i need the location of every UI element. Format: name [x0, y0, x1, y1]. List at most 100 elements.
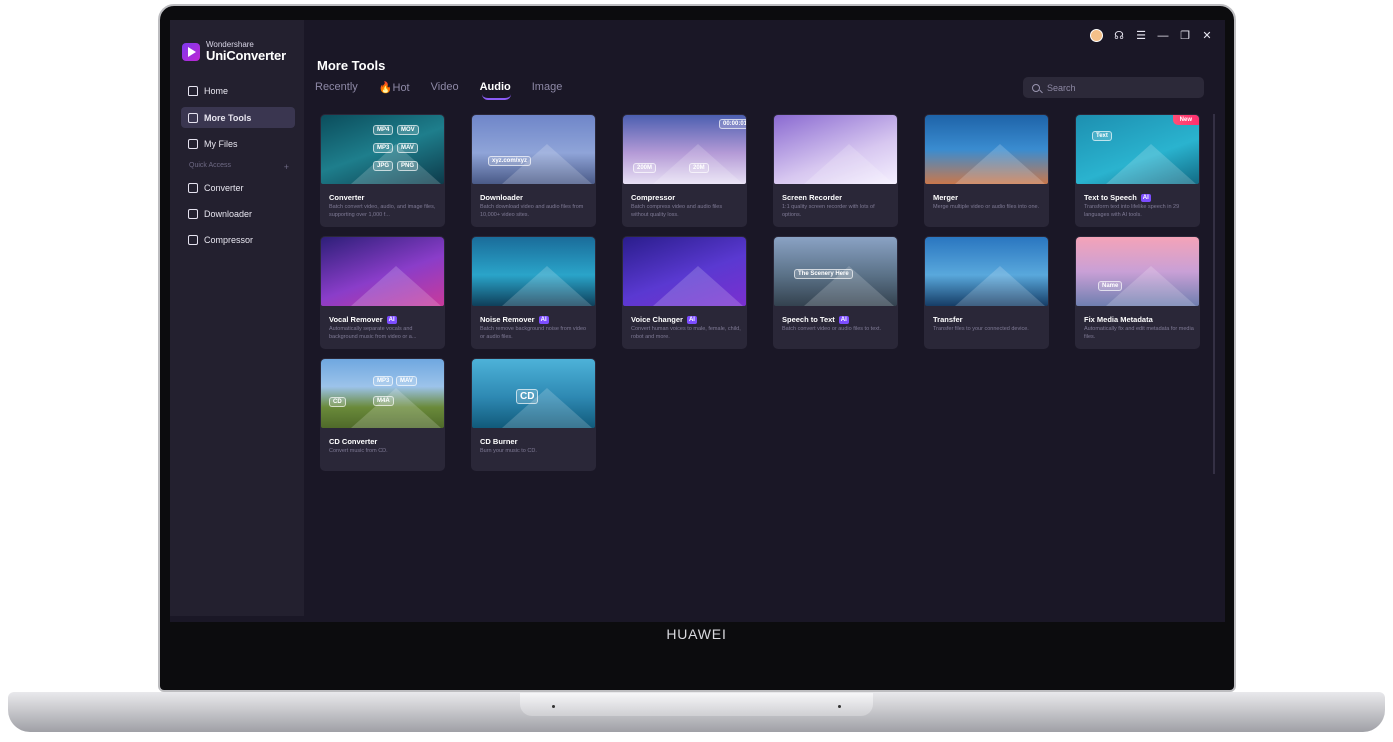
thumbnail-chip: MP3: [373, 143, 394, 153]
uniconverter-logo-icon: [182, 42, 200, 61]
ai-badge: AI: [686, 315, 697, 324]
tool-thumbnail: Text New: [1076, 115, 1199, 184]
tool-card-fix-media-metadata[interactable]: Name Fix Media Metadata Automatically fix …: [1075, 236, 1200, 349]
tool-description: Batch convert video, audio, and image fi…: [329, 204, 436, 218]
tool-card-cd-converter[interactable]: MP3 MAV M4A CD CD Converter Convert music fro…: [320, 358, 445, 471]
thumbnail-chip: 20M: [689, 163, 709, 173]
thumbnail-art: [1106, 144, 1196, 184]
thumbnail-art: [351, 388, 441, 428]
sidebar-item-home[interactable]: Home: [181, 80, 295, 101]
restore-icon[interactable]: ❐: [1179, 30, 1191, 42]
tool-title: Screen Recorder: [782, 193, 843, 202]
sidebar-item-converter[interactable]: Converter: [181, 177, 295, 198]
thumbnail-chip: CD: [516, 389, 539, 404]
tool-title: CD Converter: [329, 437, 378, 446]
tool-description: Convert human voices to male, female, ch…: [631, 326, 741, 340]
tool-card-converter[interactable]: MP4 MOV MP3 MAV JPG PNG Converter Batch convert…: [320, 114, 445, 227]
ai-badge: AI: [838, 315, 849, 324]
tool-card-text-to-speech[interactable]: Text New Text to Speech AI Transform text in…: [1075, 114, 1200, 227]
tool-card-transfer[interactable]: Transfer Transfer files to your connected…: [924, 236, 1049, 349]
thumbnail-chip: JPG: [373, 161, 394, 171]
thumbnail-chip: MP3: [373, 376, 394, 386]
page-title: More Tools: [317, 58, 386, 73]
thumbnail-art: [351, 266, 441, 306]
tool-card-noise-remover[interactable]: Noise Remover AI Batch remove background n…: [471, 236, 596, 349]
tool-thumbnail: [321, 237, 444, 306]
tool-card-cd-burner[interactable]: CD CD Burner Burn your music to CD.: [471, 358, 596, 471]
thumbnail-chip: Text: [1092, 131, 1112, 141]
quick-access-add-button[interactable]: +: [284, 162, 289, 172]
tool-thumbnail: 200M 20M 00:00:01: [623, 115, 746, 184]
tool-card-voice-changer[interactable]: Voice Changer AI Convert human voices to m…: [622, 236, 747, 349]
tool-title: Text to Speech AI: [1084, 193, 1151, 202]
tool-description: Burn your music to CD.: [480, 448, 537, 454]
thumbnail-chip: 00:00:01: [719, 119, 746, 129]
sidebar-item-my-files[interactable]: My Files: [181, 133, 295, 154]
tool-description: Transfer files to your connected device.: [933, 326, 1029, 332]
tool-card-screen-recorder[interactable]: Screen Recorder 1:1 quality screen record…: [773, 114, 898, 227]
laptop-hinge-notch: [520, 693, 873, 716]
tab-audio[interactable]: Audio: [480, 81, 511, 100]
tool-thumbnail: CD: [472, 359, 595, 428]
toolbox-icon: [188, 112, 198, 123]
tool-thumbnail: [472, 237, 595, 306]
tool-description: Automatically separate vocals and backgr…: [329, 326, 417, 340]
thumbnail-chip: The Scenery Here: [794, 269, 853, 279]
tool-title: Compressor: [631, 193, 676, 202]
thumbnail-chip: MAV: [397, 143, 418, 153]
close-icon[interactable]: ✕: [1201, 30, 1213, 42]
tool-description: Batch remove background noise from video…: [480, 326, 587, 340]
sidebar-item-label: More Tools: [204, 112, 252, 123]
thumbnail-chip: 200M: [633, 163, 657, 173]
brand-product: UniConverter: [206, 48, 286, 63]
sidebar-item-compressor[interactable]: Compressor: [181, 229, 295, 250]
tab-image[interactable]: Image: [532, 81, 563, 94]
tool-title: Speech to Text AI: [782, 315, 849, 324]
tool-card-downloader[interactable]: xyz.com/xyz Downloader Batch download vide…: [471, 114, 596, 227]
tool-description: Transform text into lifelike speech in 2…: [1084, 204, 1180, 218]
search-box[interactable]: [1023, 77, 1204, 98]
thumbnail-chip: CD: [329, 397, 346, 407]
tool-card-compressor[interactable]: 200M 20M 00:00:01 Compressor Batch compress …: [622, 114, 747, 227]
device-brand-label: HUAWEI: [666, 626, 727, 642]
tool-card-vocal-remover[interactable]: Vocal Remover AI Automatically separate vo…: [320, 236, 445, 349]
thumbnail-chip: MAV: [396, 376, 417, 386]
menu-icon[interactable]: ☰: [1135, 30, 1147, 42]
tab-hot[interactable]: 🔥Hot: [379, 81, 410, 94]
tool-thumbnail: [925, 237, 1048, 306]
tool-card-merger[interactable]: Merger Merge multiple video or audio file…: [924, 114, 1049, 227]
tool-description: Convert music from CD.: [329, 448, 388, 454]
thumbnail-art: [955, 144, 1045, 184]
thumbnail-chip: MP4: [373, 125, 394, 135]
new-badge: New: [1172, 115, 1199, 125]
tab-video[interactable]: Video: [431, 81, 459, 94]
thumbnail-art: [502, 266, 592, 306]
thumbnail-art: [653, 266, 743, 306]
thumbnail-art: [804, 144, 894, 184]
tool-thumbnail: [925, 115, 1048, 184]
sidebar-item-label: Compressor: [204, 234, 254, 245]
sidebar-item-label: Home: [204, 85, 229, 96]
tool-thumbnail: xyz.com/xyz: [472, 115, 595, 184]
tab-recently[interactable]: Recently: [315, 81, 358, 94]
tool-description: Batch compress video and audio files wit…: [631, 204, 723, 218]
sidebar-item-downloader[interactable]: Downloader: [181, 203, 295, 224]
convert-icon: [188, 182, 198, 193]
tool-card-speech-to-text[interactable]: The Scenery Here Speech to Text AI Batch co…: [773, 236, 898, 349]
ai-badge: AI: [386, 315, 397, 324]
sidebar-item-more-tools[interactable]: More Tools: [181, 107, 295, 128]
titlebar-controls: ☊ ☰ — ❐ ✕: [1090, 29, 1213, 42]
file-icon: [188, 138, 198, 149]
user-avatar-icon[interactable]: [1090, 29, 1103, 42]
scrollbar[interactable]: [1213, 114, 1215, 474]
tab-bar: Recently 🔥Hot Video Audio Image: [315, 81, 583, 100]
tool-title: Merger: [933, 193, 959, 202]
minimize-icon[interactable]: —: [1157, 30, 1169, 42]
tool-description: Merge multiple video or audio files into…: [933, 204, 1040, 210]
tool-title: Downloader: [480, 193, 523, 202]
app-window: Wondershare UniConverter Home More Tools…: [170, 20, 1225, 622]
headset-icon[interactable]: ☊: [1113, 30, 1125, 42]
search-input[interactable]: [1045, 81, 1189, 94]
compress-icon: [188, 234, 198, 245]
tool-thumbnail: [774, 115, 897, 184]
